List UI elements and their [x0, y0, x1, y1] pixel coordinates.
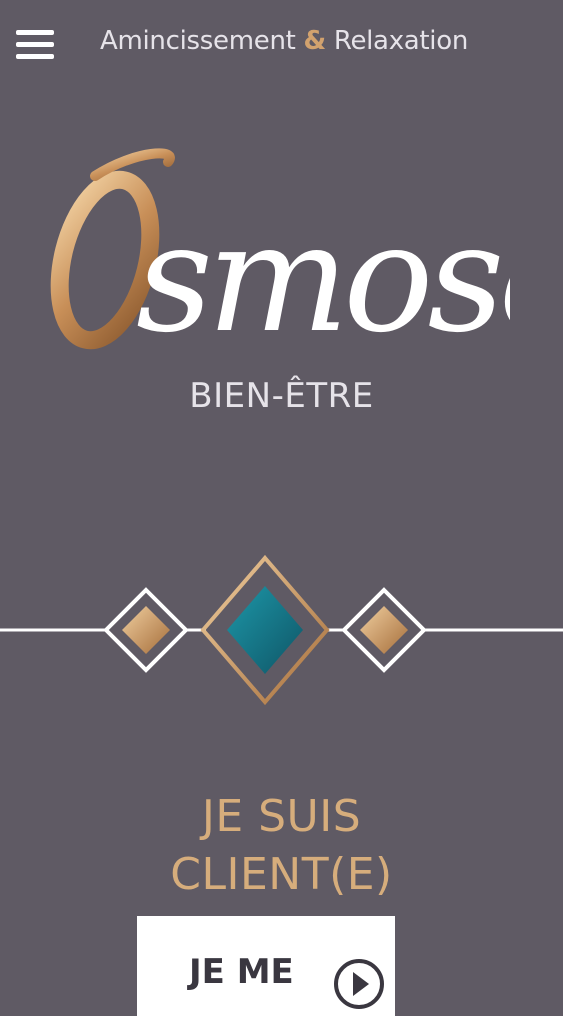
- client-heading-line2: CLIENT(E): [170, 849, 393, 900]
- menu-bar: [16, 54, 54, 59]
- ornament-diamond-center-fill: [227, 586, 303, 674]
- play-circle-icon: [334, 959, 384, 1009]
- client-cta-button[interactable]: JE ME: [137, 916, 395, 1016]
- tagline-amincissement: Amincissement: [100, 26, 296, 56]
- osmose-logo: smose: [50, 148, 510, 360]
- header-tagline: Amincissement & Relaxation: [100, 26, 520, 56]
- logo-gold-swash: [90, 148, 175, 181]
- menu-bar: [16, 42, 54, 47]
- logo-wordmark: smose: [136, 192, 510, 360]
- header: Amincissement & Relaxation: [0, 0, 563, 90]
- client-heading: JE SUIS CLIENT(E): [0, 788, 563, 904]
- ornament-diamond-right-fill: [360, 606, 408, 654]
- diamond-ornament: [0, 554, 563, 706]
- menu-bar: [16, 30, 54, 35]
- tagline-ampersand: &: [303, 26, 327, 56]
- ornament-diamond-left-fill: [122, 606, 170, 654]
- client-cta-label: JE ME: [189, 952, 294, 992]
- tagline-relaxation: Relaxation: [333, 26, 469, 56]
- client-heading-line1: JE SUIS: [201, 791, 362, 842]
- hamburger-menu-icon[interactable]: [16, 26, 54, 62]
- logo-subtitle: BIEN-ÊTRE: [189, 376, 374, 416]
